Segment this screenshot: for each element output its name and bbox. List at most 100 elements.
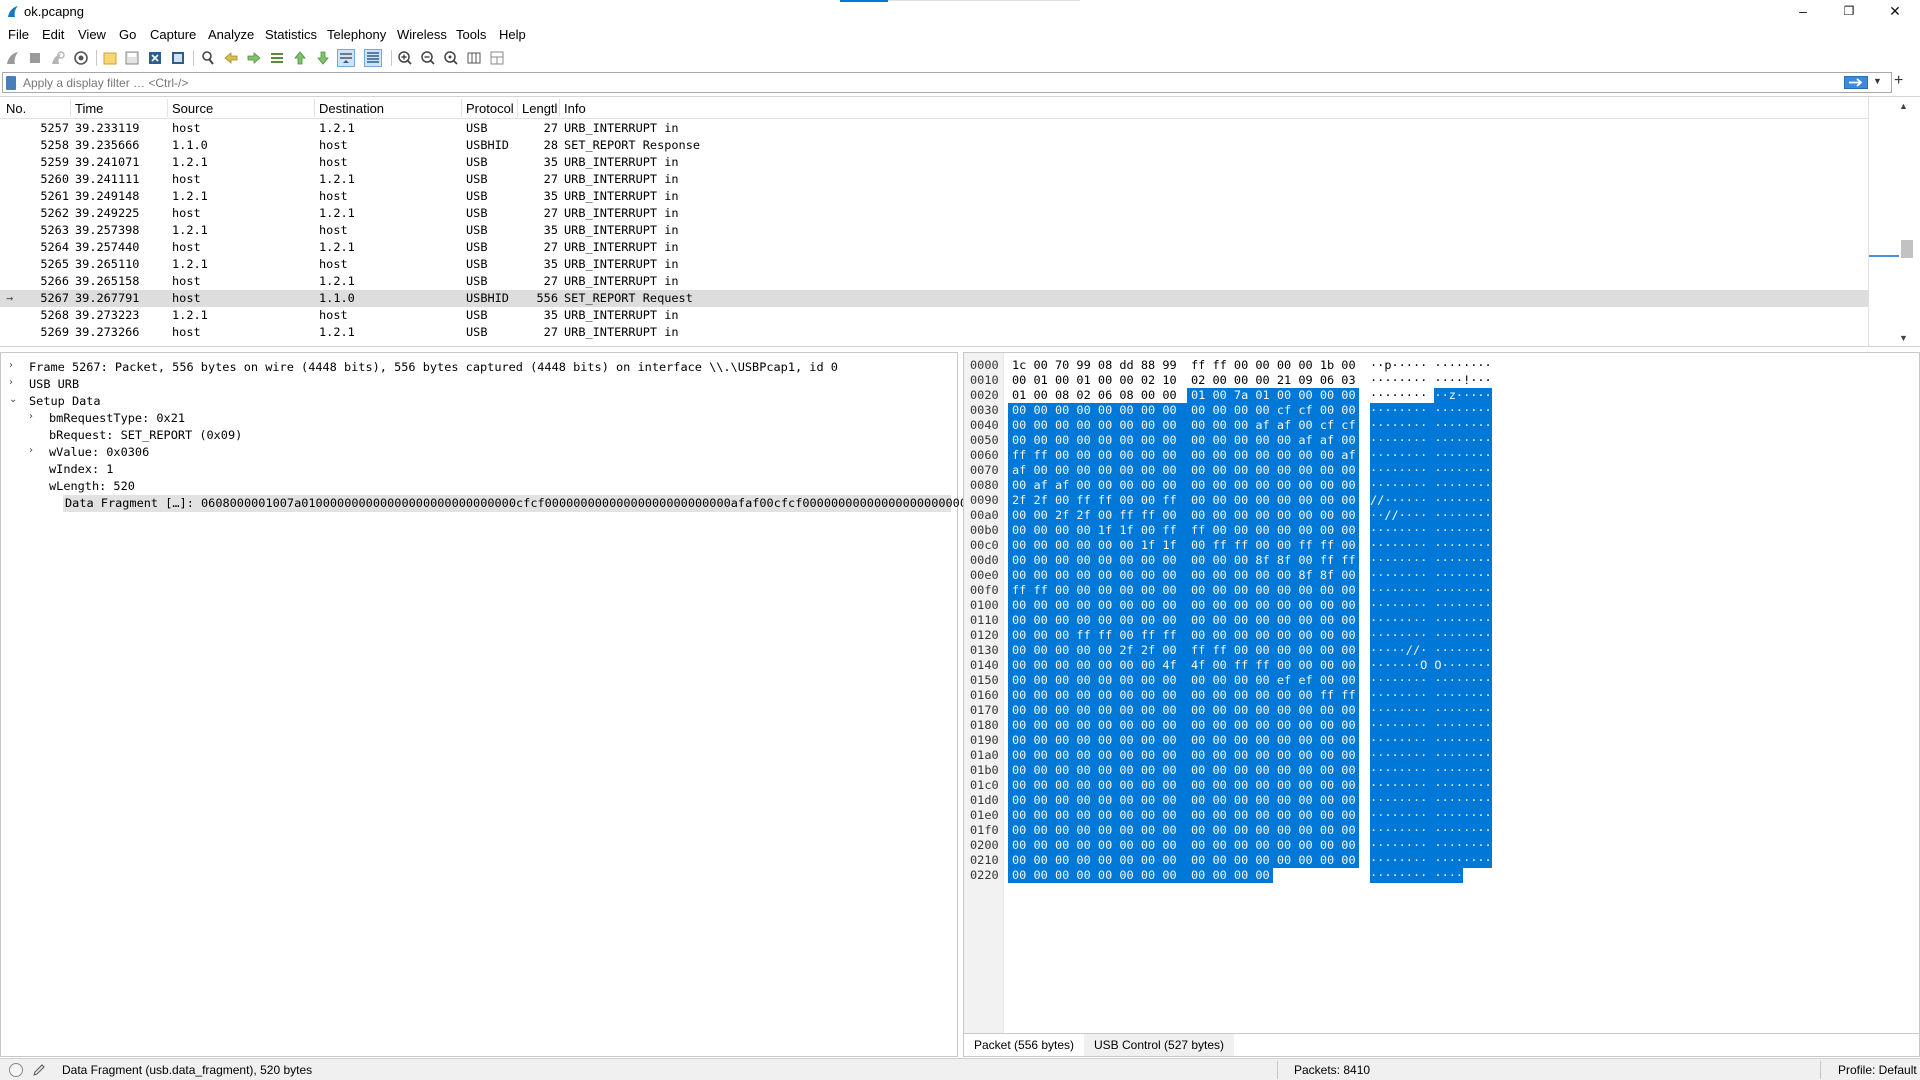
col-protocol[interactable]: Protocol: [466, 101, 514, 116]
bytes-row[interactable]: 0060 ff ff 00 00 00 00 00 00 00 00 00 00 …: [964, 448, 1919, 463]
close-button[interactable]: ✕: [1872, 0, 1918, 22]
capture-options-icon[interactable]: [72, 49, 90, 67]
scroll-thumb[interactable]: [1901, 240, 1913, 258]
bookmark-icon[interactable]: [6, 76, 16, 90]
bytes-row[interactable]: 0150 00 00 00 00 00 00 00 00 00 00 00 00 …: [964, 673, 1919, 688]
packet-row[interactable]: 5269 39.273266 host 1.2.1 USB 27 URB_INTERRUPT…: [0, 324, 1868, 341]
display-filter-input[interactable]: [23, 74, 1843, 91]
scroll-down-icon[interactable]: ▼: [1899, 333, 1908, 343]
collapsed-arrow-icon[interactable]: ›: [9, 377, 13, 388]
go-forward-icon[interactable]: [245, 49, 263, 67]
bytes-row[interactable]: 0100 00 00 00 00 00 00 00 00 00 00 00 00 …: [964, 598, 1919, 613]
col-source[interactable]: Source: [172, 101, 213, 116]
collapsed-arrow-icon[interactable]: ›: [29, 411, 33, 422]
detail-tree-item[interactable]: › wValue: 0x0306: [5, 444, 955, 461]
bytes-row[interactable]: 00b0 00 00 00 00 1f 1f 00 ff ff 00 00 00 …: [964, 523, 1919, 538]
bytes-row[interactable]: 0040 00 00 00 00 00 00 00 00 00 00 00 af …: [964, 418, 1919, 433]
col-destination[interactable]: Destination: [319, 101, 384, 116]
expanded-arrow-icon[interactable]: ⌄: [9, 394, 17, 405]
bytes-row[interactable]: 0170 00 00 00 00 00 00 00 00 00 00 00 00 …: [964, 703, 1919, 718]
detail-tree-item[interactable]: › bmRequestType: 0x21: [5, 410, 955, 427]
col-info[interactable]: Info: [564, 101, 586, 116]
bytes-row[interactable]: 0200 00 00 00 00 00 00 00 00 00 00 00 00 …: [964, 838, 1919, 853]
zoom-in-icon[interactable]: [396, 49, 414, 67]
menu-view[interactable]: View: [78, 27, 106, 42]
tab-packet-bytes[interactable]: Packet (556 bytes): [964, 1034, 1086, 1056]
packet-row[interactable]: 5264 39.257440 host 1.2.1 USB 27 URB_INTERRUPT…: [0, 239, 1868, 256]
detail-tree-item[interactable]: ⌄ Setup Data: [5, 393, 955, 410]
collapsed-arrow-icon[interactable]: ›: [9, 360, 13, 371]
packet-row[interactable]: 5261 39.249148 1.2.1 host USB 35 URB_INTERRUPT…: [0, 188, 1868, 205]
packet-row[interactable]: 5258 39.235666 1.1.0 host USBHID 28 SET_REPORT…: [0, 137, 1868, 154]
bytes-row[interactable]: 01f0 00 00 00 00 00 00 00 00 00 00 00 00 …: [964, 823, 1919, 838]
bytes-row[interactable]: 0120 00 00 00 ff ff 00 ff ff 00 00 00 00 …: [964, 628, 1919, 643]
bytes-row[interactable]: 0010 00 01 00 01 00 00 02 10 02 00 00 00 …: [964, 373, 1919, 388]
save-file-icon[interactable]: [123, 49, 141, 67]
detail-tree-item[interactable]: bRequest: SET_REPORT (0x09): [5, 427, 955, 444]
bytes-row[interactable]: 0110 00 00 00 00 00 00 00 00 00 00 00 00 …: [964, 613, 1919, 628]
bytes-row[interactable]: 0000 1c 00 70 99 08 dd 88 99 ff ff 00 00 …: [964, 358, 1919, 373]
go-last-icon[interactable]: [314, 49, 332, 67]
stop-square-icon[interactable]: [26, 49, 44, 67]
bytes-row[interactable]: 0090 2f 2f 00 ff ff 00 00 ff 00 00 00 00 …: [964, 493, 1919, 508]
bytes-row[interactable]: 0190 00 00 00 00 00 00 00 00 00 00 00 00 …: [964, 733, 1919, 748]
bytes-row[interactable]: 00f0 ff ff 00 00 00 00 00 00 00 00 00 00 …: [964, 583, 1919, 598]
bytes-row[interactable]: 01b0 00 00 00 00 00 00 00 00 00 00 00 00 …: [964, 763, 1919, 778]
bytes-row[interactable]: 0020 01 00 08 02 06 08 00 00 01 00 7a 01 …: [964, 388, 1919, 403]
packet-row[interactable]: 5268 39.273223 1.2.1 host USB 35 URB_INTERRUPT…: [0, 307, 1868, 324]
open-folder-icon[interactable]: [101, 49, 119, 67]
packet-row[interactable]: 5259 39.241071 1.2.1 host USB 35 URB_INTERRUPT…: [0, 154, 1868, 171]
resize-columns-icon[interactable]: [465, 49, 483, 67]
packet-row[interactable]: 5257 39.233119 host 1.2.1 USB 27 URB_INTERRUPT…: [0, 120, 1868, 137]
add-filter-button[interactable]: +: [1894, 72, 1903, 90]
restart-capture-icon[interactable]: [48, 49, 66, 67]
close-file-icon[interactable]: [146, 49, 164, 67]
packet-list-scrollbar[interactable]: ▲ ▼: [1868, 97, 1920, 346]
detail-tree-item[interactable]: Data Fragment […]: 0608000001007a0100000…: [63, 495, 965, 512]
collapsed-arrow-icon[interactable]: ›: [29, 445, 33, 456]
restore-button[interactable]: ❐: [1826, 0, 1872, 22]
menu-telephony[interactable]: Telephony: [327, 27, 386, 42]
packet-row[interactable]: 5263 39.257398 1.2.1 host USB 35 URB_INTERRUPT…: [0, 222, 1868, 239]
bytes-row[interactable]: 0180 00 00 00 00 00 00 00 00 00 00 00 00 …: [964, 718, 1919, 733]
detail-tree-item[interactable]: wLength: 520: [5, 478, 955, 495]
bytes-row[interactable]: 0070 af 00 00 00 00 00 00 00 00 00 00 00 …: [964, 463, 1919, 478]
bytes-row[interactable]: 0130 00 00 00 00 00 2f 2f 00 ff ff 00 00 …: [964, 643, 1919, 658]
packet-row[interactable]: → 5267 39.267791 host 1.1.0 USBHID 556 SET_REPO…: [0, 290, 1868, 307]
col-time[interactable]: Time: [75, 101, 103, 116]
bytes-row[interactable]: 01e0 00 00 00 00 00 00 00 00 00 00 00 00 …: [964, 808, 1919, 823]
bytes-row[interactable]: 0220 00 00 00 00 00 00 00 00 00 00 00 00 ·…: [964, 868, 1919, 883]
status-profile[interactable]: Profile: Default: [1838, 1063, 1917, 1077]
bytes-row[interactable]: 0050 00 00 00 00 00 00 00 00 00 00 00 00 …: [964, 433, 1919, 448]
go-to-packet-icon[interactable]: [268, 49, 286, 67]
find-packet-icon[interactable]: [199, 49, 217, 67]
packet-row[interactable]: 5262 39.249225 host 1.2.1 USB 27 URB_INTERRUPT…: [0, 205, 1868, 222]
expert-info-icon[interactable]: [9, 1063, 23, 1077]
layout-icon[interactable]: [488, 49, 506, 67]
packet-row[interactable]: 5266 39.265158 host 1.2.1 USB 27 URB_INTERRUPT…: [0, 273, 1868, 290]
menu-statistics[interactable]: Statistics: [265, 27, 317, 42]
edit-comment-icon[interactable]: [31, 1062, 47, 1078]
bytes-row[interactable]: 0160 00 00 00 00 00 00 00 00 00 00 00 00 …: [964, 688, 1919, 703]
col-no[interactable]: No.: [6, 101, 26, 116]
detail-tree-item[interactable]: › Frame 5267: Packet, 556 bytes on wire (…: [5, 359, 955, 376]
menu-file[interactable]: File: [8, 27, 29, 42]
menu-go[interactable]: Go: [119, 27, 136, 42]
bytes-row[interactable]: 0140 00 00 00 00 00 00 00 4f 4f 00 ff ff …: [964, 658, 1919, 673]
bytes-row[interactable]: 00d0 00 00 00 00 00 00 00 00 00 00 00 8f …: [964, 553, 1919, 568]
packet-row[interactable]: 5260 39.241111 host 1.2.1 USB 27 URB_INTERRUPT…: [0, 171, 1868, 188]
minimize-button[interactable]: –: [1780, 0, 1826, 22]
go-first-icon[interactable]: [291, 49, 309, 67]
packet-row[interactable]: 5265 39.265110 1.2.1 host USB 35 URB_INTERRUPT…: [0, 256, 1868, 273]
bytes-row[interactable]: 0210 00 00 00 00 00 00 00 00 00 00 00 00 …: [964, 853, 1919, 868]
bytes-row[interactable]: 00a0 00 00 2f 2f 00 ff ff 00 00 00 00 00 …: [964, 508, 1919, 523]
shark-fin-start-icon[interactable]: [4, 49, 22, 67]
bytes-row[interactable]: 01a0 00 00 00 00 00 00 00 00 00 00 00 00 …: [964, 748, 1919, 763]
filter-history-dropdown-icon[interactable]: ▼: [1873, 76, 1882, 86]
autoscroll-icon[interactable]: [337, 49, 355, 67]
col-length[interactable]: Lengtl: [522, 101, 557, 116]
zoom-normal-icon[interactable]: [442, 49, 460, 67]
scroll-up-icon[interactable]: ▲: [1899, 101, 1908, 111]
menu-tools[interactable]: Tools: [456, 27, 486, 42]
menu-wireless[interactable]: Wireless: [397, 27, 447, 42]
